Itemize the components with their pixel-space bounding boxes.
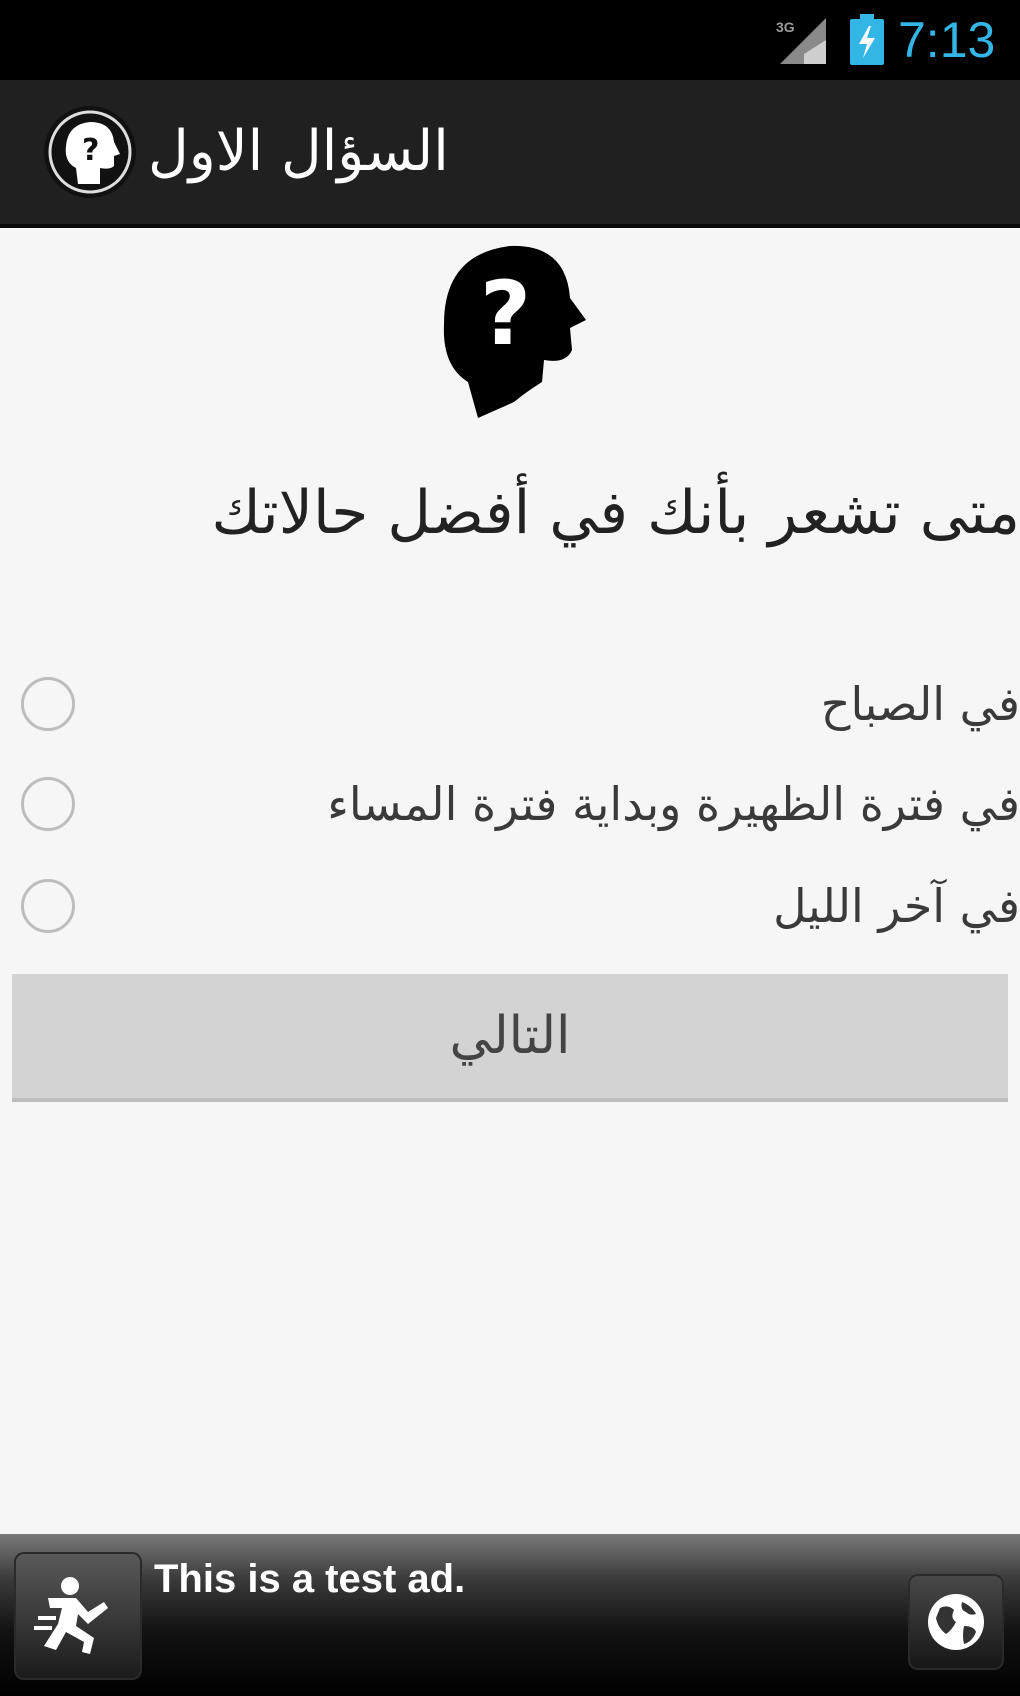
radio-button[interactable] xyxy=(21,677,75,731)
network-type-label: 3G xyxy=(776,19,795,35)
ad-text[interactable]: This is a test ad. xyxy=(154,1554,754,1604)
status-bar: 3G 7:13 xyxy=(0,0,1020,80)
radio-button[interactable] xyxy=(21,777,75,831)
answer-option-label[interactable]: في فترة الظهيرة وبداية فترة المساء xyxy=(120,756,1020,852)
action-bar: ? السؤال الاول xyxy=(0,80,1020,228)
answer-option[interactable]: في الصباح xyxy=(0,656,1020,752)
head-question-icon: ? xyxy=(443,245,586,418)
svg-text:?: ? xyxy=(480,262,531,365)
globe-icon[interactable] xyxy=(908,1574,1004,1670)
svg-text:?: ? xyxy=(82,133,99,168)
answer-option-label[interactable]: في آخر الليل xyxy=(120,858,1020,954)
head-question-icon[interactable]: ? xyxy=(42,104,138,200)
running-man-icon[interactable] xyxy=(14,1552,142,1680)
status-clock: 7:13 xyxy=(898,12,996,68)
answer-option[interactable]: في فترة الظهيرة وبداية فترة المساء xyxy=(0,756,1020,852)
screen-title: السؤال الاول xyxy=(148,119,449,184)
battery-icon xyxy=(850,14,884,65)
question-text: متى تشعر بأنك في أفضل حالاتك xyxy=(211,478,1020,548)
signal-icon: 3G xyxy=(776,18,826,64)
answer-option-label[interactable]: في الصباح xyxy=(120,656,1020,752)
answer-option[interactable]: في آخر الليل xyxy=(0,858,1020,954)
next-button[interactable]: التالي xyxy=(12,974,1008,1102)
radio-button[interactable] xyxy=(21,879,75,933)
ad-banner[interactable]: This is a test ad. xyxy=(0,1534,1020,1696)
